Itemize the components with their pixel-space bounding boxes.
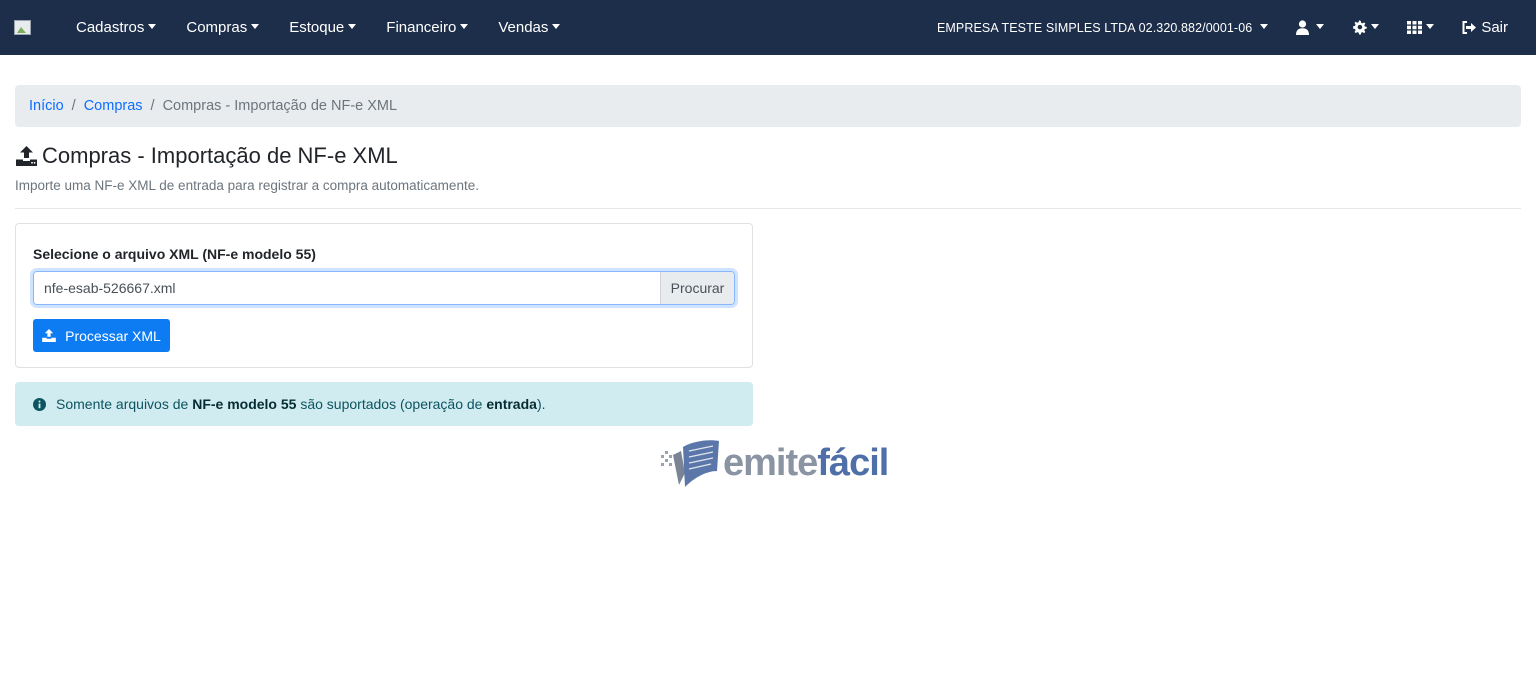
emitefacil-logo-text: emitefácil — [723, 441, 889, 485]
menu-estoque[interactable]: Estoque — [274, 0, 371, 55]
menu-label: Vendas — [498, 19, 549, 36]
caret-down-icon — [1426, 24, 1435, 29]
logo-text-facil: fácil — [817, 441, 889, 484]
company-name: EMPRESA TESTE SIMPLES LTDA 02.320.882/00… — [936, 20, 1253, 35]
menu-label: Compras — [186, 19, 248, 36]
menu-cadastros[interactable]: Cadastros — [61, 0, 171, 55]
process-xml-label: Processar XML — [65, 327, 161, 344]
menu-compras[interactable]: Compras — [171, 0, 274, 55]
browse-button[interactable]: Procurar — [660, 272, 734, 304]
logout-button[interactable]: Sair — [1448, 19, 1522, 36]
file-label: Selecione o arquivo XML (NF-e modelo 55) — [33, 246, 316, 262]
emitefacil-logo-icon — [661, 440, 719, 487]
top-navbar: Cadastros Compras Estoque Financeiro Ven… — [0, 0, 1536, 55]
main-menu: Cadastros Compras Estoque Financeiro Ven… — [61, 0, 575, 55]
caret-down-icon — [1260, 24, 1269, 29]
company-selector[interactable]: EMPRESA TESTE SIMPLES LTDA 02.320.882/00… — [923, 0, 1282, 55]
caret-down-icon — [460, 24, 469, 29]
menu-label: Financeiro — [386, 19, 457, 36]
logout-label: Sair — [1481, 19, 1508, 36]
breadcrumb-compras[interactable]: Compras — [84, 98, 143, 114]
file-input[interactable]: nfe-esab-526667.xml Procurar — [33, 271, 735, 305]
page-title: Compras - Importação de NF-e XML — [15, 143, 1521, 169]
user-icon — [1296, 20, 1310, 35]
gear-icon — [1353, 20, 1368, 35]
upload-icon — [42, 329, 56, 342]
alert-bold-model: NF-e modelo 55 — [192, 396, 297, 412]
process-xml-button[interactable]: Processar XML — [33, 319, 170, 352]
alert-text: Somente arquivos de NF-e modelo 55 são s… — [56, 396, 546, 412]
settings-menu[interactable] — [1338, 0, 1393, 55]
divider — [15, 208, 1521, 209]
import-card: Selecione o arquivo XML (NF-e modelo 55)… — [15, 223, 753, 368]
info-circle-icon — [33, 397, 46, 411]
caret-down-icon — [251, 24, 260, 29]
alert-bold-entrada: entrada — [486, 396, 537, 412]
breadcrumb-home[interactable]: Início — [29, 98, 64, 114]
grid-icon — [1407, 21, 1423, 34]
alert-text-2: são suportados (operação de — [300, 396, 483, 412]
menu-label: Estoque — [289, 19, 345, 36]
breadcrumb-separator: / — [150, 98, 155, 114]
brand-logo-image[interactable] — [14, 20, 31, 35]
file-name-field[interactable]: nfe-esab-526667.xml — [34, 272, 660, 304]
caret-down-icon — [148, 24, 157, 29]
menu-financeiro[interactable]: Financeiro — [371, 0, 483, 55]
page-title-text: Compras - Importação de NF-e XML — [42, 143, 398, 168]
caret-down-icon — [1371, 24, 1380, 29]
sign-out-icon — [1462, 21, 1477, 34]
page-subtitle: Importe uma NF-e XML de entrada para reg… — [15, 178, 479, 193]
breadcrumb-current: Compras - Importação de NF-e XML — [162, 98, 398, 114]
info-alert: Somente arquivos de NF-e modelo 55 são s… — [15, 382, 753, 426]
user-menu[interactable] — [1282, 0, 1338, 55]
apps-menu[interactable] — [1393, 0, 1448, 55]
upload-icon — [16, 146, 37, 166]
menu-vendas[interactable]: Vendas — [483, 0, 575, 55]
breadcrumb-separator: / — [71, 98, 76, 114]
caret-down-icon — [1316, 24, 1325, 29]
breadcrumb: Início / Compras / Compras - Importação … — [15, 85, 1521, 127]
caret-down-icon — [348, 24, 357, 29]
alert-text-3: ). — [536, 396, 546, 412]
logo-text-emite: emite — [723, 441, 818, 484]
nav-right: EMPRESA TESTE SIMPLES LTDA 02.320.882/00… — [923, 0, 1522, 55]
alert-text-1: Somente arquivos de — [56, 396, 189, 412]
main-content: Início / Compras / Compras - Importação … — [0, 85, 1536, 426]
emitefacil-logo: emitefácil — [659, 437, 889, 489]
caret-down-icon — [552, 24, 561, 29]
menu-label: Cadastros — [76, 19, 145, 36]
